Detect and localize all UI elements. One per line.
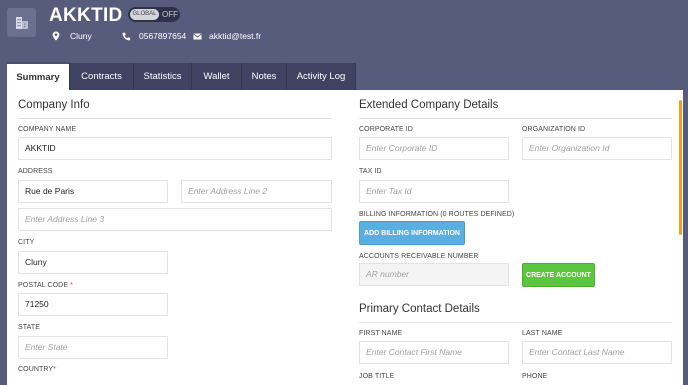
address-line1-input[interactable]: Rue de Paris: [18, 180, 168, 203]
corporate-id-input[interactable]: Enter Corporate ID: [359, 137, 509, 160]
tab-notes[interactable]: Notes: [242, 63, 287, 90]
postal-code-label: POSTAL CODE *: [18, 282, 73, 289]
phone-icon: [122, 32, 131, 40]
envelope-icon: [193, 32, 202, 39]
company-info-title: Company Info: [18, 99, 90, 111]
tab-contracts[interactable]: Contracts: [70, 63, 134, 90]
extended-details-title: Extended Company Details: [359, 99, 499, 111]
first-name-label: FIRST NAME: [359, 330, 403, 337]
tab-summary[interactable]: Summary: [7, 62, 70, 90]
phone-info: 0567897654: [122, 31, 186, 41]
divider: [18, 118, 332, 119]
map-pin-icon: [52, 31, 60, 41]
tab-statistics[interactable]: Statistics: [134, 63, 192, 90]
country-label-text: COUNTRY: [18, 366, 54, 373]
tab-activity-log[interactable]: Activity Log: [287, 63, 356, 90]
address-line3-input[interactable]: Enter Address Line 3: [18, 208, 332, 231]
last-name-input[interactable]: Enter Contact Last Name: [522, 341, 672, 364]
tab-wallet[interactable]: Wallet: [192, 63, 242, 90]
location-info: Cluny: [52, 31, 92, 41]
company-name-input[interactable]: AKKTID: [18, 137, 332, 160]
country-label: COUNTRY*: [18, 366, 56, 373]
company-title: AKKTID: [49, 5, 123, 26]
organization-id-label: ORGANIZATION ID: [522, 126, 586, 133]
state-input[interactable]: Enter State: [18, 336, 168, 359]
divider: [359, 322, 672, 323]
ar-number-input[interactable]: AR number: [359, 263, 509, 286]
email-info: akktid@test.fr: [193, 31, 261, 41]
create-account-button[interactable]: CREATE ACCOUNT: [522, 263, 595, 287]
summary-panel: Company Info COMPANY NAME AKKTID ADDRESS…: [7, 90, 683, 385]
organization-id-input[interactable]: Enter Organization Id: [522, 137, 672, 160]
global-toggle[interactable]: GLOBAL OFF: [128, 7, 180, 22]
tax-id-input[interactable]: Enter Tax Id: [359, 180, 509, 203]
corporate-id-label: CORPORATE ID: [359, 126, 413, 133]
address-label: ADDRESS: [18, 168, 53, 175]
toggle-on-label: GLOBAL: [130, 9, 159, 20]
divider: [359, 118, 672, 119]
phone-text: 0567897654: [139, 31, 187, 41]
email-text: akktid@test.fr: [209, 31, 262, 41]
postal-code-label-text: POSTAL CODE: [18, 282, 69, 289]
tax-id-label: TAX ID: [359, 168, 382, 175]
building-icon: [7, 8, 36, 37]
ar-number-label: ACCOUNTS RECEIVABLE NUMBER: [359, 253, 479, 260]
postal-code-input[interactable]: 71250: [18, 293, 168, 316]
required-mark: *: [70, 282, 73, 289]
required-mark: *: [53, 366, 57, 373]
tab-bar: Summary Contracts Statistics Wallet Note…: [7, 62, 356, 90]
city-input[interactable]: Cluny: [18, 251, 168, 274]
add-billing-button[interactable]: ADD BILLING INFORMATION: [359, 221, 465, 245]
company-header: AKKTID GLOBAL OFF Cluny 0567897654 akkti…: [0, 0, 688, 60]
company-name-label: COMPANY NAME: [18, 126, 77, 133]
location-text: Cluny: [70, 31, 92, 41]
phone-label: PHONE: [522, 373, 548, 380]
primary-contact-title: Primary Contact Details: [359, 303, 480, 315]
toggle-off-label: OFF: [162, 10, 178, 19]
state-label: STATE: [18, 324, 41, 331]
address-line2-input[interactable]: Enter Address Line 2: [181, 180, 332, 203]
first-name-input[interactable]: Enter Contact First Name: [359, 341, 509, 364]
scrollbar[interactable]: [679, 100, 682, 235]
job-title-label: JOB TITLE: [359, 373, 395, 380]
city-label: CITY: [18, 239, 35, 246]
last-name-label: LAST NAME: [522, 330, 563, 337]
billing-info-label: BILLING INFORMATION (0 ROUTES DEFINED): [359, 211, 515, 218]
